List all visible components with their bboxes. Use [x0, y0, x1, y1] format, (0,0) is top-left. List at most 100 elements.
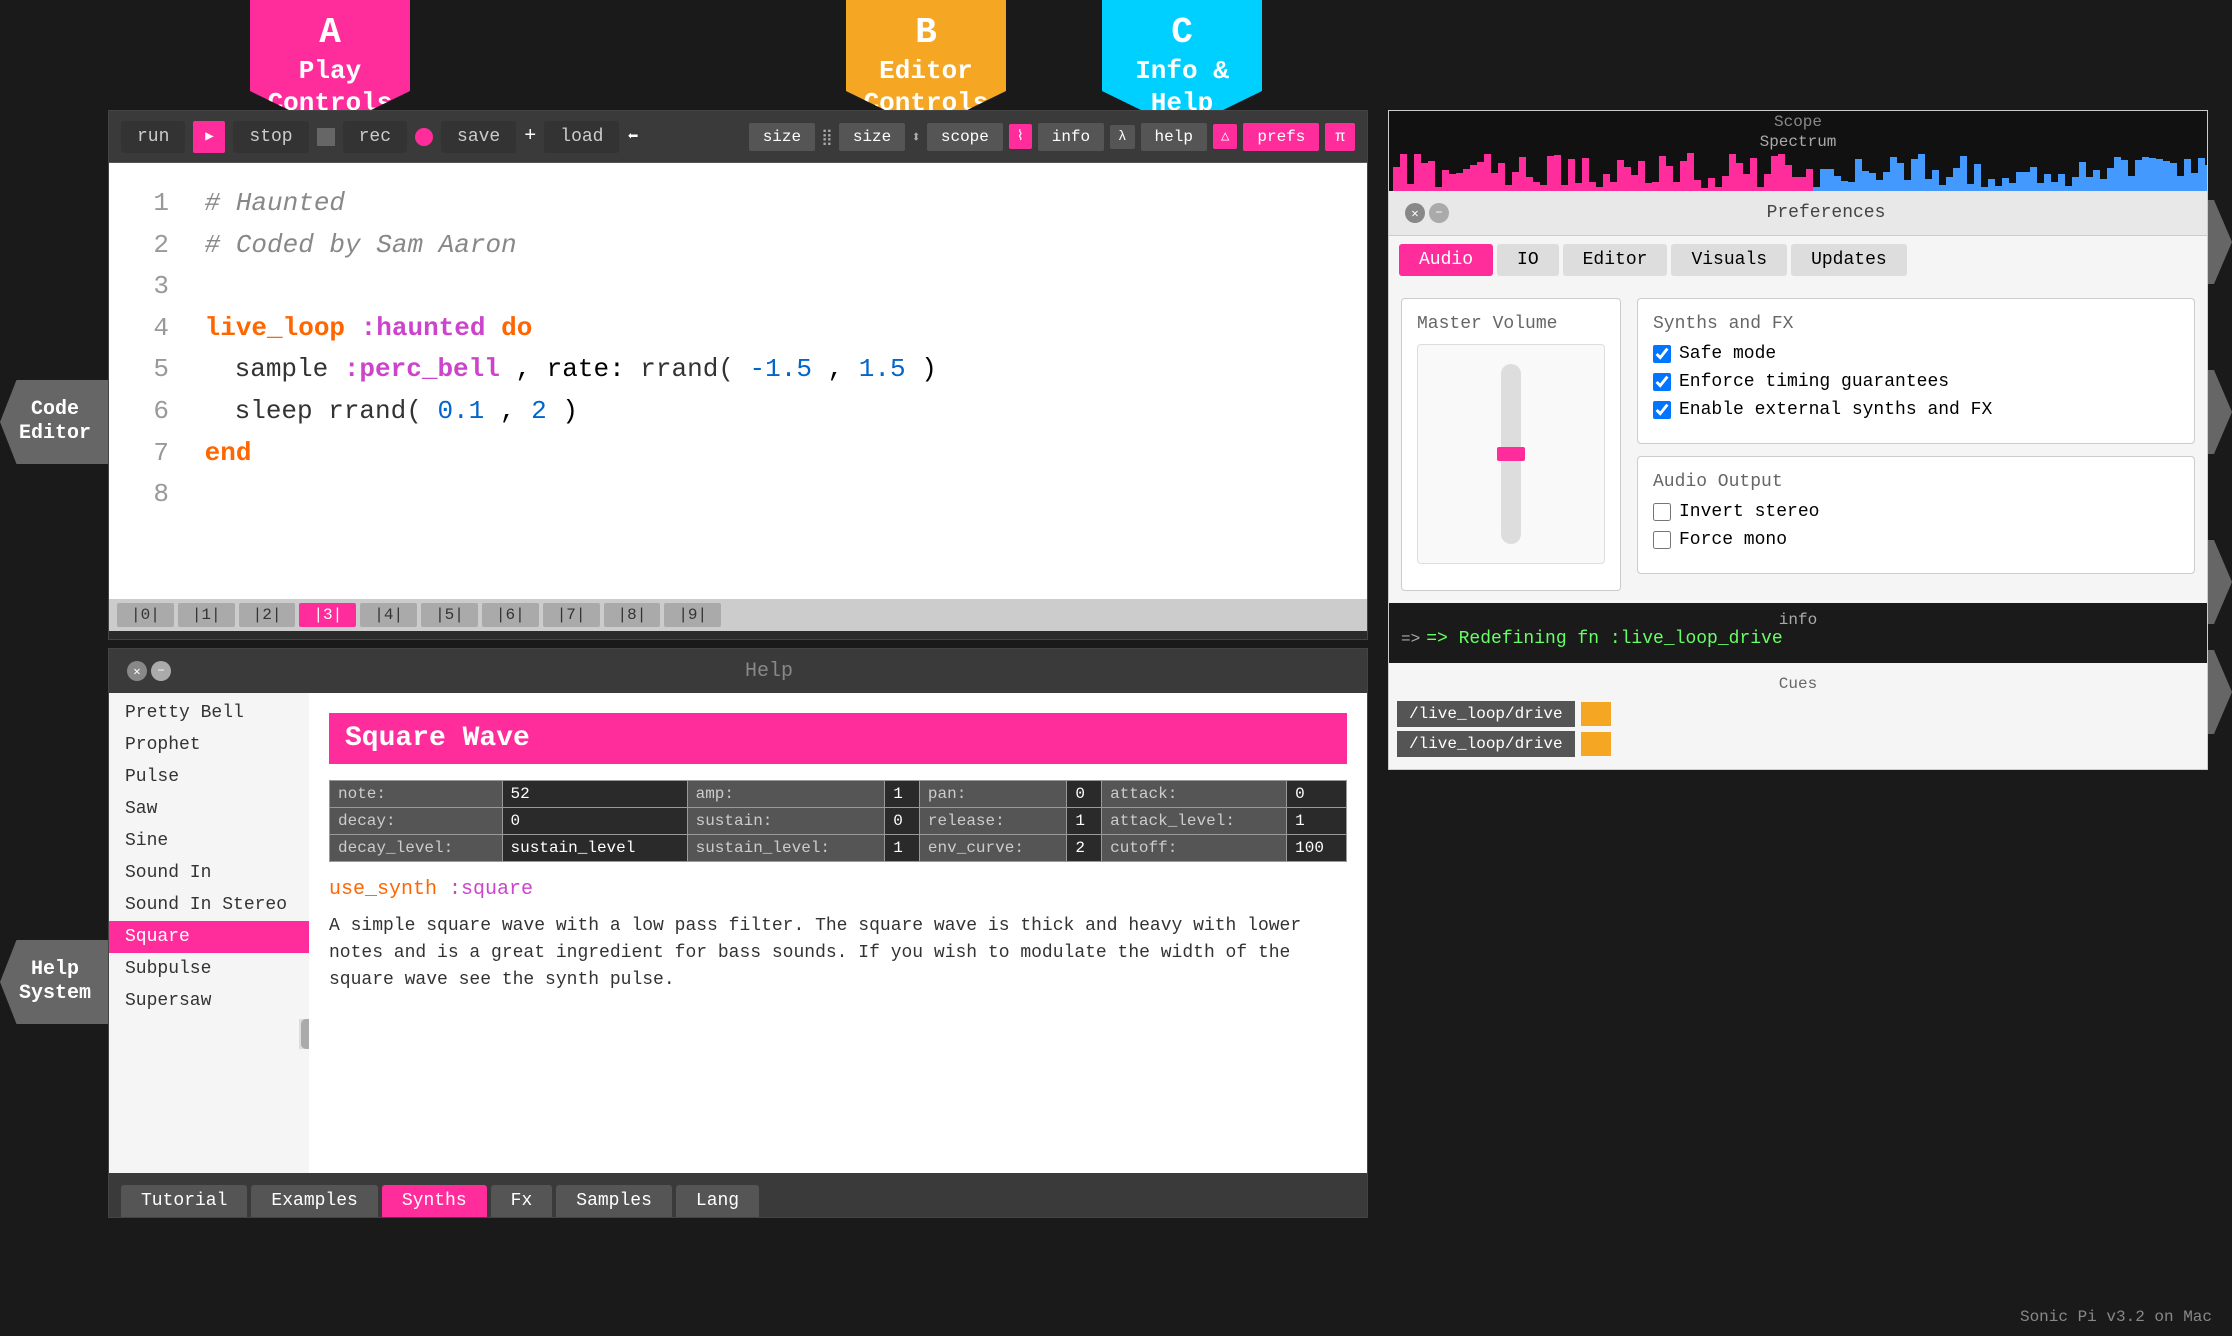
- tab-0[interactable]: |0|: [117, 603, 174, 627]
- load-button[interactable]: load: [544, 121, 619, 153]
- code-line-8: 8: [139, 474, 1337, 516]
- prefs-close-button[interactable]: ✕: [1405, 203, 1425, 223]
- code-editor[interactable]: 1 # Haunted 2 # Coded by Sam Aaron 3 4 l…: [109, 163, 1367, 599]
- param-sustain-value: 0: [885, 808, 920, 835]
- param-note-value: 52: [502, 781, 687, 808]
- help-minimize-button[interactable]: −: [151, 661, 171, 681]
- prefs-tab-audio[interactable]: Audio: [1399, 244, 1493, 276]
- help-item-supersaw[interactable]: Supersaw: [109, 985, 309, 1017]
- synths-fx-title: Synths and FX: [1653, 314, 2179, 334]
- tab-4[interactable]: |4|: [360, 603, 417, 627]
- help-item-prophet[interactable]: Prophet: [109, 729, 309, 761]
- invert-stereo-checkbox[interactable]: [1653, 503, 1671, 521]
- tab-2[interactable]: |2|: [239, 603, 296, 627]
- help-item-saw[interactable]: Saw: [109, 793, 309, 825]
- rec-button[interactable]: rec: [343, 121, 407, 153]
- help-item-sine[interactable]: Sine: [109, 825, 309, 857]
- tab-8[interactable]: |8|: [604, 603, 661, 627]
- code-line-7: 7 end: [139, 433, 1337, 475]
- tab-synths[interactable]: Synths: [382, 1185, 487, 1217]
- help-main-content: Square Wave note: 52 amp: 1 pan: 0 attac…: [309, 693, 1367, 1173]
- code-line-5: 5 sample :perc_bell , rate: rrand( -1.5 …: [139, 349, 1337, 391]
- tab-7[interactable]: |7|: [543, 603, 600, 627]
- bottom-tabs: Tutorial Examples Synths Fx Samples Lang: [109, 1173, 1367, 1217]
- tab-3[interactable]: |3|: [299, 603, 356, 627]
- help-item-soundinstereo[interactable]: Sound In Stereo: [109, 889, 309, 921]
- prefs-minimize-button[interactable]: −: [1429, 203, 1449, 223]
- tab-examples[interactable]: Examples: [251, 1185, 377, 1217]
- stop-button[interactable]: stop: [233, 121, 308, 153]
- force-mono-checkbox[interactable]: [1653, 531, 1671, 549]
- log-viewer: info => => Redefining fn :live_loop_driv…: [1389, 603, 2207, 663]
- toolbar-right: size ⣿ size ⬍ scope ⌇ info λ help △ pref…: [749, 123, 1355, 151]
- help-item-prettybell[interactable]: Pretty Bell: [109, 697, 309, 729]
- help-item-soundin[interactable]: Sound In: [109, 857, 309, 889]
- param-amp-value: 1: [885, 781, 920, 808]
- prefs-tab-io[interactable]: IO: [1497, 244, 1559, 276]
- size-icon-2: ⬍: [911, 127, 921, 147]
- code-line-3: 3: [139, 266, 1337, 308]
- master-volume-title: Master Volume: [1417, 314, 1605, 334]
- help-synth-title: Square Wave: [329, 713, 1347, 764]
- param-pan-value: 0: [1067, 781, 1102, 808]
- volume-slider[interactable]: [1417, 344, 1605, 564]
- help-item-subpulse[interactable]: Subpulse: [109, 953, 309, 985]
- help-close-button[interactable]: ✕: [127, 661, 147, 681]
- safe-mode-item: Safe mode: [1653, 344, 2179, 364]
- param-pan-label: pan:: [919, 781, 1066, 808]
- size-button-2[interactable]: size: [839, 123, 905, 151]
- help-button[interactable]: help: [1141, 123, 1207, 151]
- use-synth-line: use_synth :square: [329, 878, 1347, 901]
- size-button-1[interactable]: size: [749, 123, 815, 151]
- cue-item-1: /live_loop/drive: [1397, 701, 2199, 727]
- param-sustainlevel-label: sustain_level:: [687, 835, 885, 862]
- run-button[interactable]: run: [121, 121, 185, 153]
- info-button[interactable]: info: [1038, 123, 1104, 151]
- force-mono-item: Force mono: [1653, 530, 2179, 550]
- spectrum-label: Spectrum: [1389, 133, 2207, 151]
- prefs-button[interactable]: prefs: [1243, 123, 1319, 151]
- stop-icon: [317, 128, 335, 146]
- tab-samples[interactable]: Samples: [556, 1185, 672, 1217]
- arrow-b-letter: B: [864, 11, 989, 54]
- tab-6[interactable]: |6|: [482, 603, 539, 627]
- pi-logo: π: [1325, 123, 1355, 151]
- prefs-tab-visuals[interactable]: Visuals: [1671, 244, 1787, 276]
- prefs-header: ✕ − Preferences: [1389, 191, 2207, 236]
- enable-external-checkbox[interactable]: [1653, 401, 1671, 419]
- force-mono-label: Force mono: [1679, 530, 1787, 550]
- param-decay-value: 0: [502, 808, 687, 835]
- param-attacklevel-label: attack_level:: [1102, 808, 1287, 835]
- arrow-c-letter: C: [1135, 11, 1229, 54]
- help-toolbar: ✕ − Help: [109, 649, 1367, 693]
- enable-external-label: Enable external synths and FX: [1679, 400, 1992, 420]
- synths-fx-section: Synths and FX Safe mode Enforce timing g…: [1637, 298, 2195, 444]
- prefs-content: Master Volume Synths and FX Safe mode: [1389, 286, 2207, 603]
- help-item-square[interactable]: Square: [109, 921, 309, 953]
- tab-lang[interactable]: Lang: [676, 1185, 759, 1217]
- safe-mode-checkbox[interactable]: [1653, 345, 1671, 363]
- volume-thumb: [1497, 447, 1525, 461]
- param-release-label: release:: [919, 808, 1066, 835]
- code-line-4: 4 live_loop :haunted do: [139, 308, 1337, 350]
- synth-params-table: note: 52 amp: 1 pan: 0 attack: 0 decay: …: [329, 780, 1347, 862]
- arrow-a-letter: A: [268, 11, 393, 54]
- help-sidebar-scrollbar[interactable]: [299, 1019, 309, 1049]
- prefs-tab-editor[interactable]: Editor: [1563, 244, 1668, 276]
- help-panel-label: Help: [183, 660, 1355, 683]
- enable-external-item: Enable external synths and FX: [1653, 400, 2179, 420]
- code-line-1: 1 # Haunted: [139, 183, 1337, 225]
- enforce-timing-checkbox[interactable]: [1653, 373, 1671, 391]
- save-button[interactable]: save: [441, 121, 516, 153]
- tab-fx[interactable]: Fx: [491, 1185, 553, 1217]
- tab-5[interactable]: |5|: [421, 603, 478, 627]
- tab-9[interactable]: |9|: [664, 603, 721, 627]
- help-item-pulse[interactable]: Pulse: [109, 761, 309, 793]
- scope-button[interactable]: scope: [927, 123, 1003, 151]
- tab-1[interactable]: |1|: [178, 603, 235, 627]
- param-envcurve-label: env_curve:: [919, 835, 1066, 862]
- volume-track: [1501, 364, 1521, 544]
- tab-tutorial[interactable]: Tutorial: [121, 1185, 247, 1217]
- bottom-panel: ✕ − Help Pretty Bell Prophet Pulse Saw S…: [108, 648, 1368, 1218]
- prefs-tab-updates[interactable]: Updates: [1791, 244, 1907, 276]
